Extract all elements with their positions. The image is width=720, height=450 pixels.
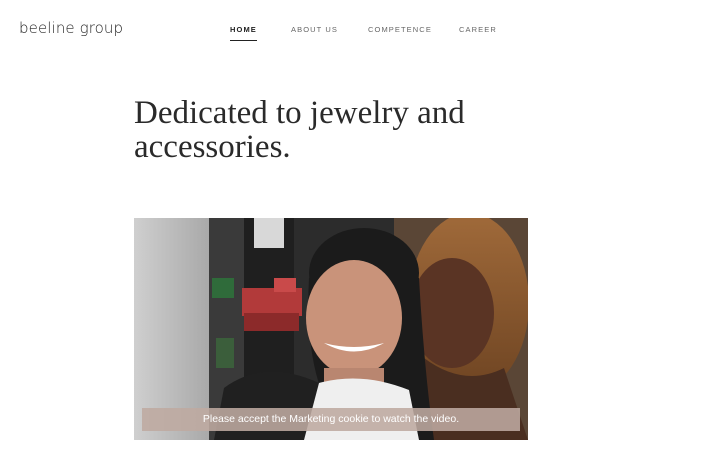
page-headline: Dedicated to jewelry and accessories. xyxy=(134,95,465,165)
nav-about-us[interactable]: ABOUT US xyxy=(291,25,338,34)
nav-career[interactable]: CAREER xyxy=(459,25,497,34)
marketing-cookie-consent-bar[interactable]: Please accept the Marketing cookie to wa… xyxy=(142,408,520,431)
nav-competence[interactable]: COMPETENCE xyxy=(368,25,432,34)
video-player[interactable]: Please accept the Marketing cookie to wa… xyxy=(134,218,528,440)
video-poster-image xyxy=(134,218,528,440)
nav-home[interactable]: HOME xyxy=(230,25,257,41)
main-nav: HOME ABOUT US COMPETENCE CAREER xyxy=(0,25,720,45)
